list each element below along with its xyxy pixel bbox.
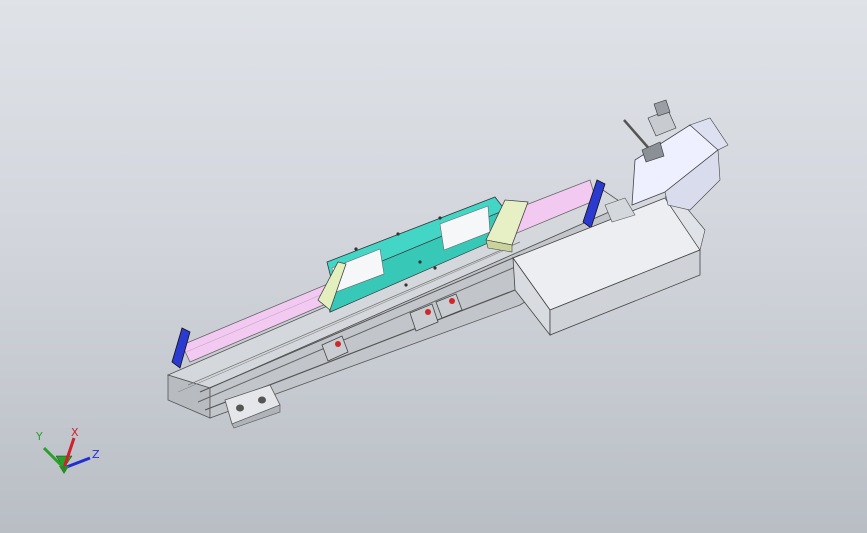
cad-viewport[interactable]: Y X Z <box>0 0 867 533</box>
axis-x-label: X <box>71 426 79 439</box>
axis-triad: Y X Z <box>35 426 100 474</box>
axis-z-label: Z <box>92 448 100 461</box>
linear-actuator-model[interactable] <box>0 0 867 533</box>
axis-y-label: Y <box>35 430 43 443</box>
servo-motor <box>623 99 729 211</box>
